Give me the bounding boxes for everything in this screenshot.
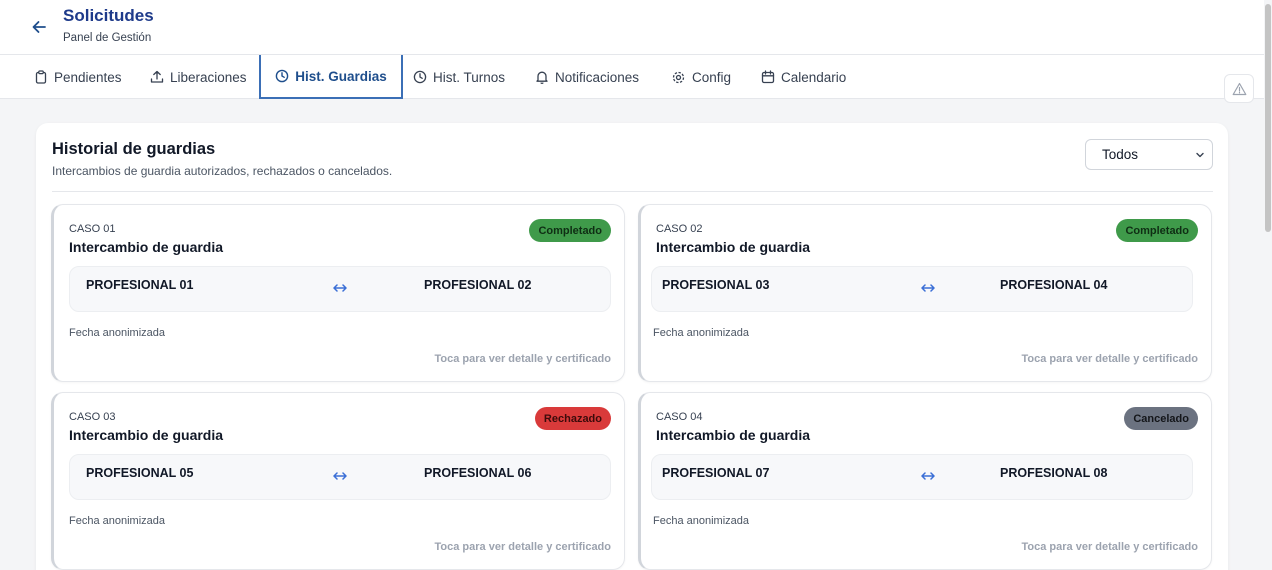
arrow-left-icon xyxy=(32,21,46,33)
case-title: Intercambio de guardia xyxy=(656,239,811,255)
alert-button[interactable] xyxy=(1224,74,1254,103)
professional-from: PROFESIONAL 03 xyxy=(662,278,770,292)
professional-to: PROFESIONAL 04 xyxy=(1000,278,1108,292)
swap-arrows-icon xyxy=(921,472,935,480)
detail-hint: Toca para ver detalle y certificado xyxy=(1021,353,1198,365)
chevron-down-icon xyxy=(1196,152,1204,158)
tab-calendario[interactable]: Calendario xyxy=(761,55,846,99)
tab-liberaciones[interactable]: Liberaciones xyxy=(150,55,247,99)
case-title: Intercambio de guardia xyxy=(69,427,224,443)
exchange-pair: PROFESIONAL 05 PROFESIONAL 06 xyxy=(69,454,611,500)
calendar-icon xyxy=(761,70,775,84)
tab-notificaciones[interactable]: Notificaciones xyxy=(535,55,639,99)
professional-from: PROFESIONAL 05 xyxy=(86,466,194,480)
page-subtitle: Panel de Gestión xyxy=(63,32,152,44)
upload-icon xyxy=(150,70,164,83)
tab-label: Hist. Guardias xyxy=(295,68,387,84)
back-button[interactable] xyxy=(28,16,50,38)
professional-to: PROFESIONAL 02 xyxy=(424,278,532,292)
tab-bar: Pendientes Liberaciones Hist. Guardias H… xyxy=(0,55,1264,99)
tab-config[interactable]: Config xyxy=(671,55,731,99)
tab-label: Calendario xyxy=(781,69,847,85)
warning-icon xyxy=(1232,82,1246,95)
detail-hint: Toca para ver detalle y certificado xyxy=(434,353,611,365)
swap-arrows-icon xyxy=(333,284,347,292)
tab-label: Pendientes xyxy=(54,69,122,85)
tab-label: Config xyxy=(692,69,732,85)
case-date: Fecha anonimizada xyxy=(653,327,750,339)
exchange-pair: PROFESIONAL 07 PROFESIONAL 08 xyxy=(651,454,1193,500)
case-card[interactable]: CASO 04 Intercambio de guardia Cancelado… xyxy=(638,392,1212,570)
clock-icon xyxy=(275,69,289,83)
case-card[interactable]: CASO 02 Intercambio de guardia Completad… xyxy=(638,204,1212,382)
status-badge: Completado xyxy=(1116,219,1198,242)
detail-hint: Toca para ver detalle y certificado xyxy=(434,541,611,553)
app-header: Solicitudes Panel de Gestión xyxy=(0,0,1264,55)
status-badge: Rechazado xyxy=(534,407,611,430)
tab-hist-guardias[interactable]: Hist. Guardias xyxy=(259,55,403,99)
gear-icon xyxy=(672,71,685,83)
case-date: Fecha anonimizada xyxy=(69,327,166,339)
case-date: Fecha anonimizada xyxy=(69,515,166,527)
case-number: CASO 03 xyxy=(69,411,116,423)
status-filter-select[interactable]: Todos xyxy=(1085,139,1213,170)
tab-pendientes[interactable]: Pendientes xyxy=(34,55,122,99)
panel-title: Historial de guardias xyxy=(52,140,216,158)
clipboard-icon xyxy=(35,70,47,84)
exchange-pair: PROFESIONAL 03 PROFESIONAL 04 xyxy=(651,266,1193,312)
detail-hint: Toca para ver detalle y certificado xyxy=(1021,541,1198,553)
case-title: Intercambio de guardia xyxy=(656,427,811,443)
case-title: Intercambio de guardia xyxy=(69,239,224,255)
swap-arrows-icon xyxy=(333,472,347,480)
page-title: Solicitudes xyxy=(63,6,154,25)
tab-hist-turnos[interactable]: Hist. Turnos xyxy=(413,55,505,99)
panel-description: Intercambios de guardia autorizados, rec… xyxy=(52,164,393,178)
professional-from: PROFESIONAL 01 xyxy=(86,278,194,292)
tab-label: Notificaciones xyxy=(555,69,640,85)
case-number: CASO 04 xyxy=(656,411,703,423)
status-badge: Cancelado xyxy=(1124,407,1198,430)
bell-icon xyxy=(536,71,548,84)
case-number: CASO 01 xyxy=(69,223,116,235)
divider xyxy=(52,191,1213,192)
swap-arrows-icon xyxy=(921,284,935,292)
filter-selected-value: Todos xyxy=(1102,147,1139,162)
tab-label: Hist. Turnos xyxy=(433,69,506,85)
case-card[interactable]: CASO 03 Intercambio de guardia Rechazado… xyxy=(51,392,625,570)
professional-to: PROFESIONAL 08 xyxy=(1000,466,1108,480)
scrollbar-thumb[interactable] xyxy=(1265,4,1271,232)
professional-from: PROFESIONAL 07 xyxy=(662,466,770,480)
clock-icon xyxy=(413,70,427,84)
case-card[interactable]: CASO 01 Intercambio de guardia Completad… xyxy=(51,204,625,382)
status-badge: Completado xyxy=(529,219,611,242)
exchange-pair: PROFESIONAL 01 PROFESIONAL 02 xyxy=(69,266,611,312)
case-number: CASO 02 xyxy=(656,223,703,235)
professional-to: PROFESIONAL 06 xyxy=(424,466,532,480)
tab-label: Liberaciones xyxy=(170,69,247,85)
case-date: Fecha anonimizada xyxy=(653,515,750,527)
history-panel: Historial de guardias Intercambios de gu… xyxy=(36,123,1228,570)
